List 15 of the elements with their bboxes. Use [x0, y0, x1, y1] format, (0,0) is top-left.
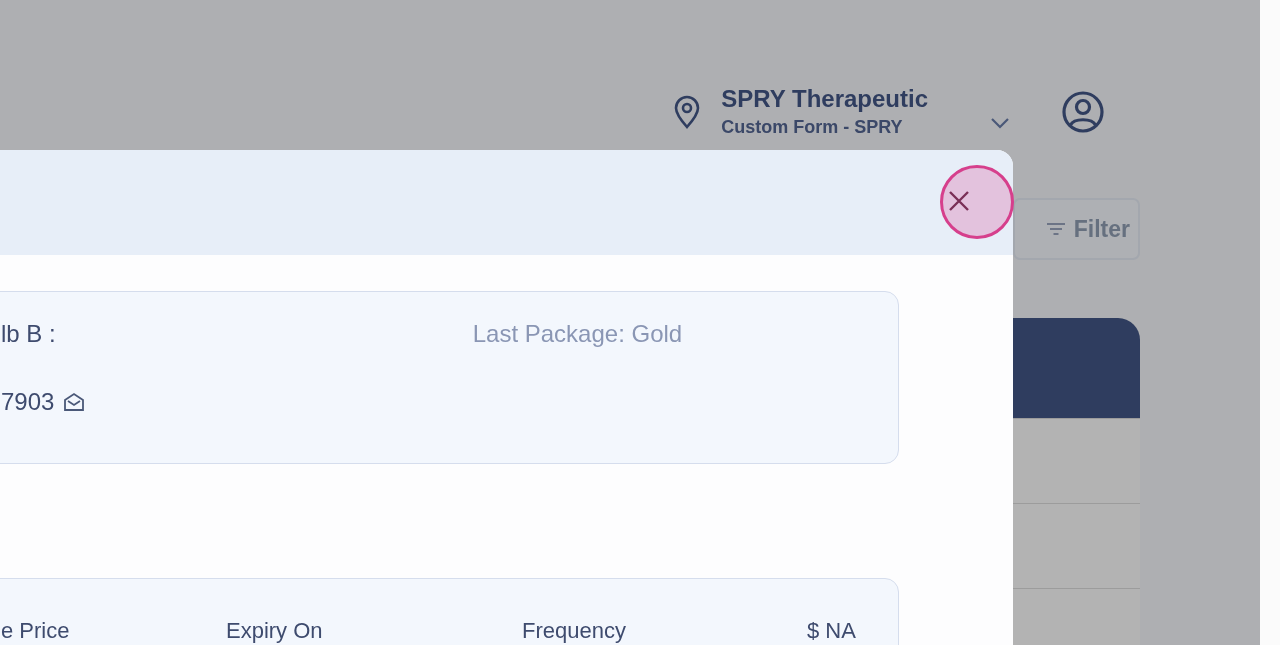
plan-label: e Price: [1, 619, 71, 645]
chevron-down-icon[interactable]: [990, 117, 1010, 129]
filter-button[interactable]: Filter: [1013, 198, 1140, 261]
filter-icon: [1045, 222, 1066, 236]
plan-label: Frequency: [522, 619, 627, 645]
user-avatar-icon[interactable]: [1061, 90, 1105, 134]
envelope-icon[interactable]: [63, 392, 86, 412]
plan-label: Expiry On: [226, 619, 324, 645]
plan-label: $ NA: [807, 619, 856, 645]
last-package: Last Package: Gold: [472, 320, 683, 348]
contact-name: lb B :: [1, 320, 56, 348]
location-name: SPRY Therapeutic: [721, 84, 928, 114]
location-pin-icon: [673, 95, 702, 129]
form-name: Custom Form - SPRY: [721, 116, 904, 139]
phone-number: 7903: [1, 388, 55, 416]
